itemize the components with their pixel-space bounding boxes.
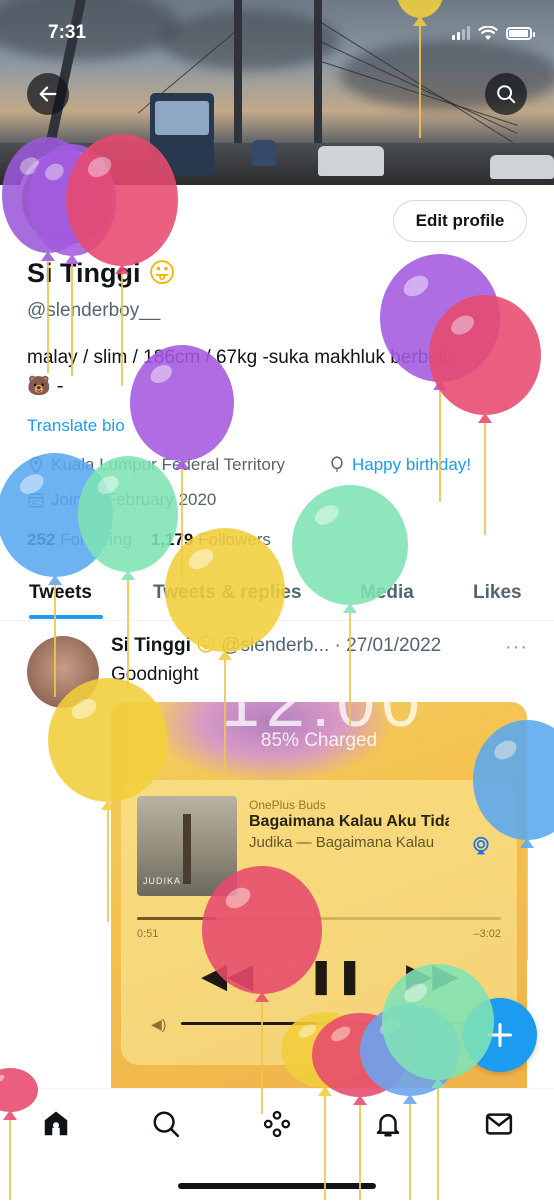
- album-tree: [183, 814, 191, 884]
- nav-notifications[interactable]: [371, 1107, 405, 1141]
- home-icon: [44, 1111, 68, 1136]
- balloon-highlight: [314, 505, 339, 525]
- spaces-icon: [263, 1110, 291, 1138]
- cell-signal-icon: [452, 26, 470, 40]
- song-artist: Judika — Bagaimana Kalau A: [249, 834, 437, 851]
- balloon-knot: [478, 413, 492, 423]
- mail-icon: [485, 1113, 513, 1135]
- profile-joined: Joined February 2020: [27, 490, 216, 510]
- active-tab-indicator: [29, 615, 103, 619]
- compose-tweet-button[interactable]: [463, 998, 537, 1072]
- banner-bus: [150, 93, 214, 175]
- nav-spaces[interactable]: [260, 1107, 294, 1141]
- balloon: [429, 295, 541, 535]
- birthday-text: Happy birthday!: [352, 455, 472, 474]
- tweet-author-emoji: 😛: [196, 634, 216, 656]
- profile-location: Kuala Lumpur Federal Territory: [27, 455, 285, 475]
- forward-icon: ▶▶: [406, 956, 459, 996]
- status-icons: [452, 22, 535, 44]
- tweet-handle-date: @slenderb... · 27/01/2022: [221, 635, 442, 656]
- status-time: 7:31: [48, 22, 87, 43]
- balloon-icon: [331, 456, 343, 473]
- album-art: JUDIKA: [137, 796, 237, 896]
- location-icon: [29, 456, 43, 474]
- translate-bio-link[interactable]: Translate bio: [27, 416, 125, 436]
- bio-line: 🐻 -: [27, 375, 64, 397]
- volume-icon: ◀): [151, 1016, 167, 1032]
- elapsed-time: 0:51: [137, 928, 159, 940]
- home-indicator: [178, 1183, 376, 1189]
- profile-birthday[interactable]: Happy birthday!: [328, 455, 471, 475]
- profile-name: Si Tinggi 😛: [27, 258, 176, 289]
- audio-source: OnePlus Buds: [249, 798, 326, 812]
- profile-name-text: Si Tinggi: [27, 258, 141, 288]
- tweet-more-button[interactable]: ···: [505, 636, 528, 659]
- following-count: 252: [27, 530, 56, 549]
- tab-tweets-replies[interactable]: Tweets & replies: [153, 566, 302, 620]
- profile-bio: malay / slim / 186cm / 67kg -suka makhlu…: [27, 343, 527, 401]
- follow-counts: 252 Following 1,179 Followers: [27, 530, 271, 550]
- followers-count: 1,179: [150, 530, 194, 549]
- bell-icon: [376, 1114, 400, 1137]
- rewind-icon: ◀◀: [201, 956, 254, 996]
- charge-text: 85% Charged: [260, 730, 378, 751]
- nav-explore[interactable]: [149, 1107, 183, 1141]
- location-text: Kuala Lumpur Federal Territory: [51, 455, 286, 474]
- edit-profile-button[interactable]: Edit profile: [393, 200, 527, 242]
- back-button[interactable]: [27, 73, 69, 115]
- profile-name-emoji: 😛: [148, 258, 177, 289]
- song-title: Bagaimana Kalau Aku Tidak: [249, 813, 449, 830]
- remaining-time: –3:02: [473, 928, 501, 940]
- music-player-widget: JUDIKA OnePlus Buds Bagaimana Kalau Aku …: [121, 780, 517, 1065]
- joined-text: Joined February 2020: [51, 490, 217, 509]
- nav-home[interactable]: [39, 1107, 73, 1141]
- profile-avatar[interactable]: [18, 150, 116, 248]
- banner-car: [490, 155, 554, 179]
- volume-slider: [181, 1022, 481, 1025]
- tweet-text: Goodnight: [111, 664, 199, 685]
- followers-label: Followers: [198, 530, 271, 549]
- following-label: Following: [60, 530, 132, 549]
- tweet-author-name[interactable]: Si Tinggi: [111, 635, 191, 656]
- balloon-highlight: [403, 275, 429, 297]
- calendar-icon: [28, 493, 44, 508]
- battery-icon: [506, 26, 535, 40]
- nav-messages[interactable]: [482, 1107, 516, 1141]
- search-icon: [497, 85, 516, 104]
- tab-tweets[interactable]: Tweets: [29, 566, 92, 620]
- search-button[interactable]: [485, 73, 527, 115]
- tweet-avatar[interactable]: [27, 636, 99, 708]
- balloon-highlight: [451, 315, 475, 335]
- banner-car: [318, 146, 384, 176]
- banner-cloud: [160, 10, 340, 70]
- following-link[interactable]: 252 Following: [27, 530, 132, 549]
- banner-cloud: [0, 0, 180, 60]
- banner-car: [252, 140, 276, 166]
- profile-handle: @slenderboy__: [27, 300, 161, 321]
- bio-line: malay / slim / 186cm / 67kg -suka makhlu…: [27, 347, 454, 368]
- playback-progress: [137, 917, 501, 920]
- balloon-highlight: [0, 1074, 5, 1084]
- airplay-icon: [473, 836, 489, 855]
- album-art-text: JUDIKA: [143, 876, 182, 886]
- followers-link[interactable]: 1,179 Followers: [151, 530, 271, 549]
- tab-likes[interactable]: Likes: [473, 566, 522, 620]
- back-arrow-icon: [39, 86, 57, 102]
- tab-media[interactable]: Media: [360, 566, 414, 620]
- tweet-header: Si Tinggi 😛 @slenderb... · 27/01/2022: [111, 634, 441, 657]
- profile-tabs: Tweets Tweets & replies Media Likes: [0, 566, 554, 621]
- pause-icon: ❚❚: [307, 956, 364, 996]
- explore-icon: [153, 1111, 180, 1138]
- wifi-icon: [478, 25, 498, 40]
- compose-plus-icon: [487, 1022, 513, 1048]
- bridge-pylon: [234, 0, 242, 150]
